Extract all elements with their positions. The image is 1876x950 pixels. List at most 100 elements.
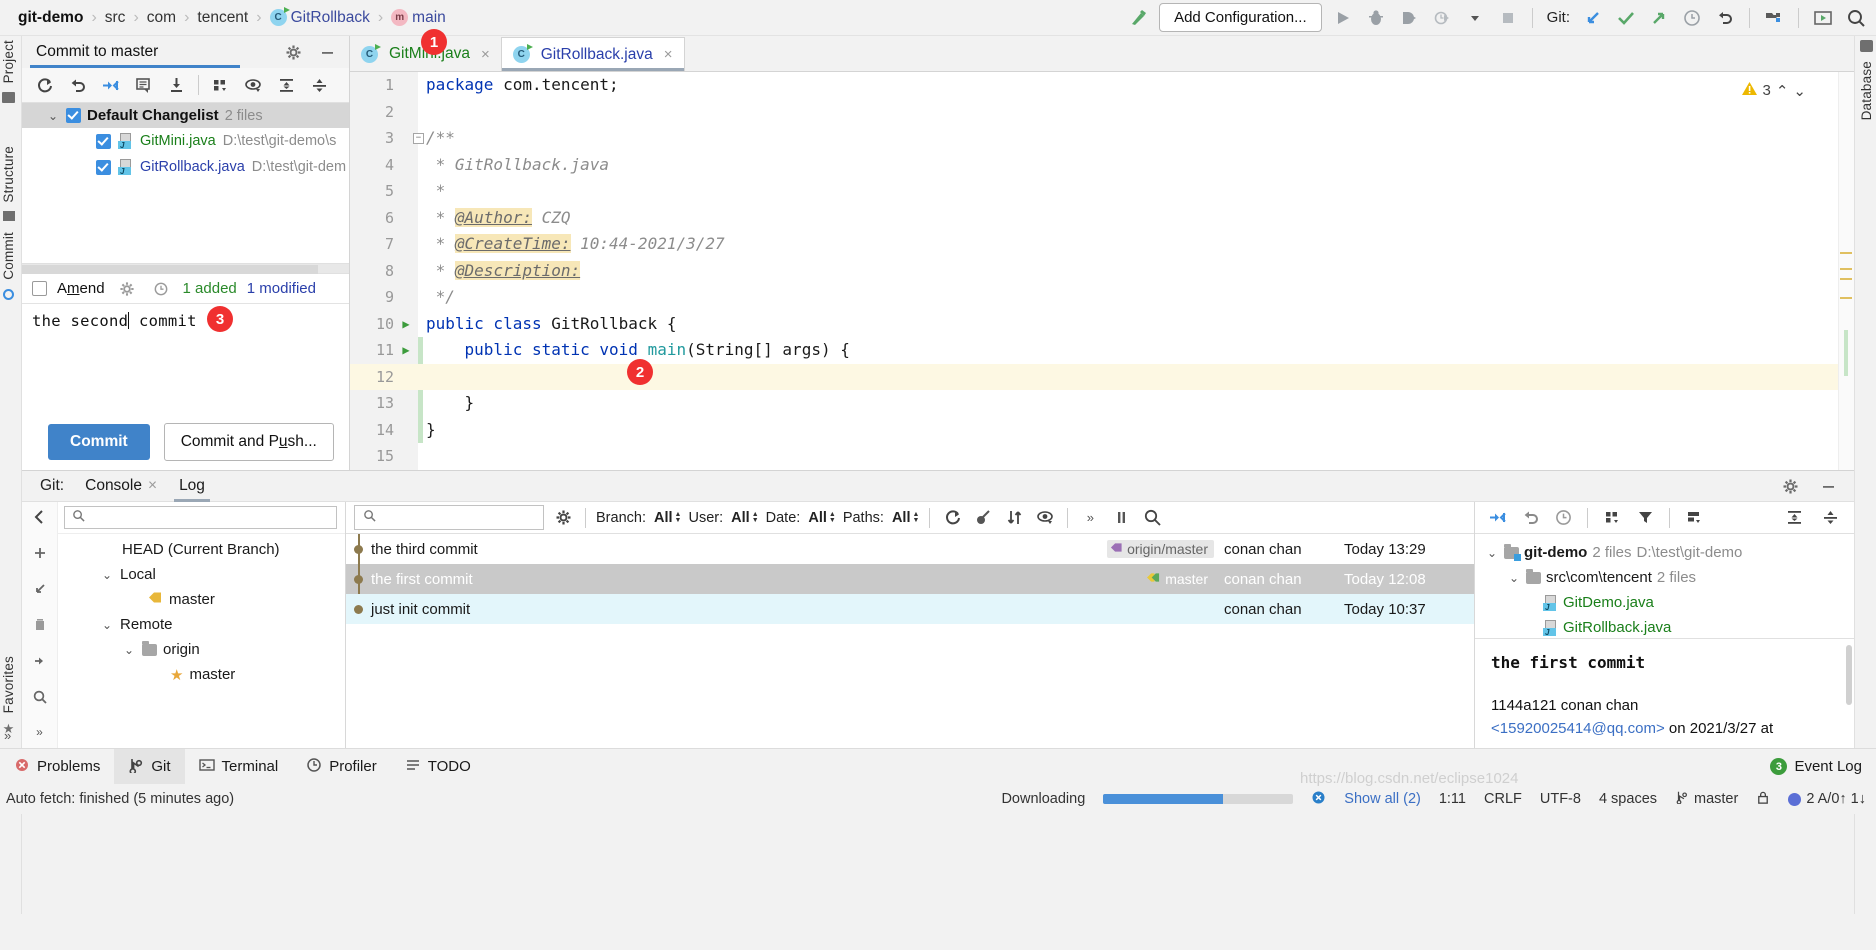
rollback-icon[interactable] xyxy=(1713,6,1737,30)
rail-item-database[interactable]: Database xyxy=(1859,40,1874,120)
amend-checkbox[interactable] xyxy=(32,281,47,296)
collapse-all-icon[interactable] xyxy=(1818,506,1842,530)
chevron-down-icon[interactable]: ⌄ xyxy=(100,618,114,632)
commit-row-selected[interactable]: the first commit master conan chan Today… xyxy=(346,564,1474,594)
more-icon[interactable]: » xyxy=(36,725,43,739)
breadcrumb-item-com[interactable]: com xyxy=(141,9,182,27)
rail-item-commit[interactable]: Commit xyxy=(1,232,16,300)
commit-message-input[interactable]: the second commit xyxy=(22,304,349,416)
intellisort-icon[interactable] xyxy=(971,506,995,530)
git-update-icon[interactable] xyxy=(1581,6,1605,30)
history-icon[interactable] xyxy=(1551,506,1575,530)
commit-button[interactable]: Commit xyxy=(48,424,150,460)
gear-icon[interactable] xyxy=(551,506,575,530)
delete-icon[interactable] xyxy=(32,617,48,637)
breadcrumb-item-project[interactable]: git-demo xyxy=(12,9,89,27)
breadcrumb-item-method[interactable]: main xyxy=(412,9,452,27)
run-coverage-icon[interactable] xyxy=(1397,6,1421,30)
gear-icon[interactable] xyxy=(281,40,305,64)
expand-all-icon[interactable] xyxy=(1782,506,1806,530)
show-diff-icon[interactable] xyxy=(1485,506,1509,530)
show-all-link[interactable]: Show all (2) xyxy=(1344,791,1421,807)
add-configuration-button[interactable]: Add Configuration... xyxy=(1159,3,1322,32)
lock-icon[interactable] xyxy=(1756,790,1770,809)
tab-console[interactable]: Console × xyxy=(76,471,166,502)
close-icon[interactable]: × xyxy=(481,46,490,63)
changelist-row[interactable]: ⌄ Default Changelist 2 files xyxy=(22,103,349,128)
branch-widget[interactable]: master xyxy=(1675,790,1738,808)
rail-item-favorites[interactable]: Favorites ★ xyxy=(1,656,16,737)
error-icon[interactable] xyxy=(1311,790,1326,809)
chevron-down-icon[interactable]: ⌄ xyxy=(100,568,114,582)
chevron-down-icon[interactable]: ⌄ xyxy=(122,643,136,657)
commit-ref-tag[interactable]: origin/master xyxy=(1107,540,1214,558)
filter-paths[interactable]: Paths: All ▲ ▼ xyxy=(843,510,920,526)
group-by-icon[interactable] xyxy=(1600,506,1624,530)
update-icon[interactable] xyxy=(162,72,191,99)
changed-file-row[interactable]: J GitRollback.java D:\test\git-dem xyxy=(22,154,349,180)
profile-icon[interactable] xyxy=(1430,6,1454,30)
merge-icon[interactable] xyxy=(32,653,48,673)
breadcrumb-item-class[interactable]: GitRollback xyxy=(291,9,376,27)
rail-item-structure[interactable]: Structure xyxy=(1,146,16,221)
sort-icon[interactable] xyxy=(1002,506,1026,530)
commit-row-current[interactable]: just init commit conan chan Today 10:37 xyxy=(346,594,1474,624)
bottom-tab-problems[interactable]: Problems xyxy=(0,749,114,785)
log-search-input[interactable] xyxy=(354,505,544,530)
file-checkbox[interactable] xyxy=(96,159,111,175)
chevron-up-icon[interactable]: ⌃ xyxy=(1776,82,1789,100)
branch-remote-origin[interactable]: ⌄ origin xyxy=(58,637,345,662)
search-everywhere-icon[interactable] xyxy=(1844,6,1868,30)
commit-author-email[interactable]: <15920025414@qq.com> xyxy=(1491,720,1665,737)
branch-item-origin-master[interactable]: ★ master xyxy=(58,662,345,687)
branch-filter-field[interactable] xyxy=(91,509,316,526)
show-details-icon[interactable] xyxy=(1033,506,1057,530)
revert-icon[interactable] xyxy=(1518,506,1542,530)
file-encoding[interactable]: UTF-8 xyxy=(1540,791,1581,807)
event-log-button[interactable]: 3 Event Log xyxy=(1770,758,1876,775)
commit-row[interactable]: the third commit origin/master conan cha… xyxy=(346,534,1474,564)
chevron-down-icon[interactable]: ⌄ xyxy=(1793,82,1806,100)
branch-group-local[interactable]: ⌄ Local xyxy=(58,562,345,587)
chevron-down-icon[interactable]: ⌄ xyxy=(46,109,60,123)
details-scrollbar[interactable] xyxy=(1846,645,1852,705)
hammer-build-icon[interactable] xyxy=(1126,6,1150,30)
history-icon[interactable] xyxy=(1680,6,1704,30)
editor-marker-track[interactable] xyxy=(1838,72,1854,470)
log-filter-field[interactable] xyxy=(383,509,527,526)
breadcrumb-item-tencent[interactable]: tencent xyxy=(191,9,254,27)
refresh-icon[interactable] xyxy=(940,506,964,530)
file-checkbox[interactable] xyxy=(96,133,111,149)
chevron-down-icon[interactable]: ⌄ xyxy=(1485,546,1499,560)
bottom-tab-profiler[interactable]: Profiler xyxy=(292,749,391,785)
tree-row-file[interactable]: J GitDemo.java xyxy=(1481,590,1854,615)
caret-position[interactable]: 1:11 xyxy=(1439,791,1466,807)
tree-row-file[interactable]: J GitRollback.java xyxy=(1481,615,1854,640)
branch-item-head[interactable]: HEAD (Current Branch) xyxy=(58,537,345,562)
inspection-status[interactable]: 3 ⌃ ⌄ xyxy=(1741,80,1806,101)
bottom-tab-git[interactable]: Git xyxy=(114,748,185,785)
view-options-icon[interactable] xyxy=(1682,506,1706,530)
more-icon[interactable]: » xyxy=(1078,506,1102,530)
close-icon[interactable]: × xyxy=(148,477,157,495)
git-push-icon[interactable] xyxy=(1647,6,1671,30)
fold-collapse-icon[interactable]: − xyxy=(413,133,424,144)
presentation-icon[interactable] xyxy=(1811,6,1835,30)
rollback-icon[interactable] xyxy=(63,72,92,99)
stop-icon[interactable] xyxy=(1496,6,1520,30)
commit-and-push-button[interactable]: Commit and Push... xyxy=(163,423,334,461)
tree-row-root[interactable]: ⌄ git-demo 2 files D:\test\git-demo xyxy=(1481,540,1854,565)
branch-item-local-master[interactable]: master xyxy=(58,587,345,612)
checkout-icon[interactable] xyxy=(32,581,48,601)
indent-setting[interactable]: 4 spaces xyxy=(1599,791,1657,807)
run-gutter-icon[interactable]: ▶ xyxy=(394,311,418,338)
filter-date[interactable]: Date: All ▲ ▼ xyxy=(766,510,836,526)
horizontal-scrollbar[interactable] xyxy=(22,263,349,274)
search-icon[interactable] xyxy=(1140,506,1164,530)
close-icon[interactable]: × xyxy=(664,46,673,63)
line-separator[interactable]: CRLF xyxy=(1484,791,1522,807)
minimize-icon[interactable] xyxy=(1816,474,1840,498)
tab-log[interactable]: Log xyxy=(170,471,214,502)
bottom-tab-todo[interactable]: TODO xyxy=(391,749,485,785)
memory-indicator[interactable]: 2 A/0↑ 1↓ xyxy=(1788,791,1866,807)
